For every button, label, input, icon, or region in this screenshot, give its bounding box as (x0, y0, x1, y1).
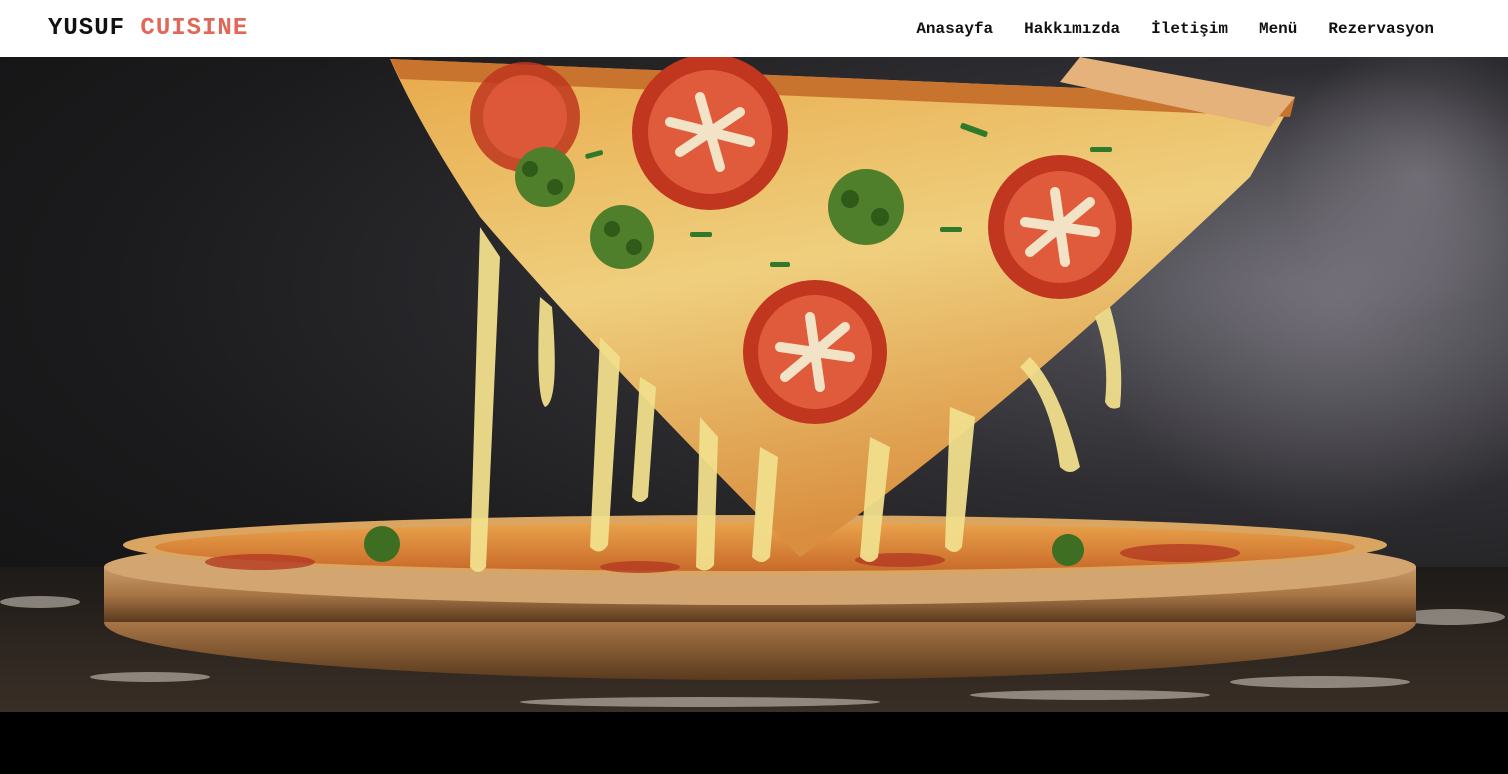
brand-logo[interactable]: YUSUF CUISINE (48, 15, 248, 42)
nav-link-rezervasyon[interactable]: Rezervasyon (1328, 20, 1434, 38)
brand-name-second: CUISINE (140, 15, 249, 42)
brand-name-first: YUSUF (48, 15, 126, 42)
nav-link-hakkimizda[interactable]: Hakkımızda (1024, 20, 1120, 38)
top-navbar: YUSUF CUISINE Anasayfa Hakkımızda İletiş… (0, 0, 1508, 57)
main-nav: Anasayfa Hakkımızda İletişim Menü Rezerv… (916, 20, 1434, 38)
hero-image (0, 57, 1508, 712)
nav-link-anasayfa[interactable]: Anasayfa (916, 20, 993, 38)
nav-link-menu[interactable]: Menü (1259, 20, 1297, 38)
page-bottom-band (0, 712, 1508, 774)
nav-link-iletisim[interactable]: İletişim (1151, 20, 1228, 38)
pizza-illustration (0, 57, 1508, 712)
